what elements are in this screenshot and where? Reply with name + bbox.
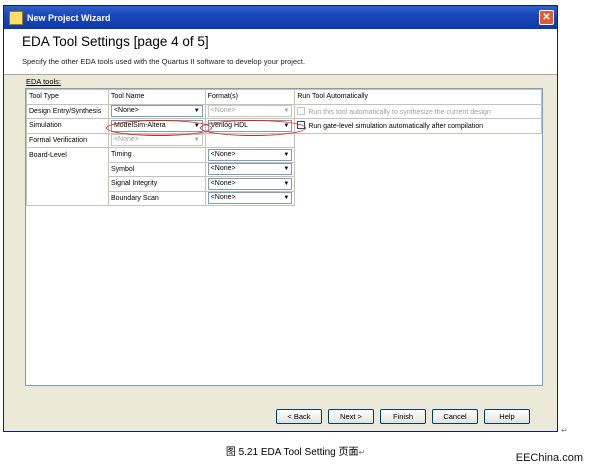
format-cell: <None> ▼ <box>204 190 296 206</box>
format-cell: <None> ▼ <box>204 176 296 192</box>
tool-type-cell <box>26 191 109 206</box>
column-header-tool-type: Tool Type <box>26 89 109 105</box>
synthesis-tool-select[interactable]: <None> ▼ <box>110 105 203 118</box>
tool-type-cell: Design Entry/Synthesis <box>26 103 109 119</box>
window-title: New Project Wizard <box>27 12 111 23</box>
chevron-down-icon[interactable]: ▼ <box>281 150 291 160</box>
wizard-button-row: < Back Next > Finish Cancel Help <box>276 409 530 424</box>
app-icon <box>9 10 23 25</box>
select-value: <None> <box>210 179 236 187</box>
checkbox-label: Run this tool automatically to synthesiz… <box>308 108 491 116</box>
tool-type-cell: Simulation <box>26 118 109 134</box>
tool-type-cell: Board-Level <box>26 147 109 162</box>
synthesis-run-checkbox <box>297 106 306 115</box>
signal-integrity-format-select[interactable]: <None> ▼ <box>207 177 293 190</box>
format-cell: <None> ▼ <box>204 147 296 163</box>
figure-caption: 图 5.21 EDA Tool Setting 页面↵ <box>0 443 591 458</box>
eda-tools-table: Tool Type Tool Name Format(s) Run Tool A… <box>25 88 543 386</box>
select-value: <None> <box>210 107 236 115</box>
highlight-ellipse-tool-name <box>106 120 212 136</box>
table-row: Symbol <None> ▼ <box>26 161 542 177</box>
select-value: <None> <box>113 107 139 115</box>
chevron-down-icon: ▼ <box>193 137 200 144</box>
run-auto-cell <box>295 191 542 206</box>
sub-type-cell: Symbol <box>107 161 206 177</box>
caption-text: 图 5.21 EDA Tool Setting 页面 <box>225 447 359 458</box>
chevron-down-icon[interactable]: ▼ <box>281 193 291 203</box>
select-value: <None> <box>210 165 236 173</box>
chevron-down-icon[interactable]: ▼ <box>281 164 291 174</box>
symbol-format-select[interactable]: <None> ▼ <box>207 163 293 176</box>
close-button[interactable]: ✕ <box>539 10 554 25</box>
column-header-run-auto: Run Tool Automatically <box>294 89 542 105</box>
synthesis-format-select: <None> ▼ <box>207 105 293 118</box>
chevron-down-icon[interactable]: ▼ <box>281 179 291 189</box>
eda-tools-label: EDA tools: <box>26 77 62 86</box>
tool-type-cell <box>26 176 109 191</box>
select-value: <None> <box>113 136 139 144</box>
chevron-down-icon: ▼ <box>283 108 290 115</box>
wizard-dialog: New Project Wizard ✕ EDA Tool Settings [… <box>3 5 558 432</box>
column-header-formats: Format(s) <box>204 89 296 105</box>
run-auto-cell <box>295 133 542 148</box>
table-row: Board-Level Timing <None> ▼ <box>26 147 542 163</box>
back-button[interactable]: < Back <box>276 409 322 424</box>
table-row: Signal Integrity <None> ▼ <box>26 176 542 192</box>
next-button[interactable]: Next > <box>328 409 374 424</box>
formal-verification-tool-select: <None> ▼ <box>110 134 203 147</box>
page-subtitle: Specify the other EDA tools used with th… <box>22 57 306 66</box>
return-mark-icon: ↵ <box>561 426 568 435</box>
finish-button[interactable]: Finish <box>380 409 426 424</box>
tool-type-cell: Formal Verification <box>26 132 109 148</box>
table-row: Design Entry/Synthesis <None> ▼ <None> ▼… <box>26 103 542 119</box>
watermark: EEChina.com <box>515 452 583 464</box>
sub-type-cell: Boundary Scan <box>107 190 206 206</box>
format-cell: <None> ▼ <box>204 103 296 119</box>
table-header-row: Tool Type Tool Name Format(s) Run Tool A… <box>26 89 542 105</box>
table-row: Formal Verification <None> ▼ <box>26 132 542 148</box>
highlight-ellipse-format <box>200 120 306 136</box>
tool-type-cell <box>26 162 109 177</box>
cancel-button[interactable]: Cancel <box>432 409 478 424</box>
boundary-scan-format-select[interactable]: <None> ▼ <box>207 192 293 205</box>
select-value: <None> <box>210 194 236 202</box>
run-auto-cell <box>295 148 542 163</box>
timing-format-select[interactable]: <None> ▼ <box>207 148 293 161</box>
chevron-down-icon[interactable]: ▼ <box>192 106 202 116</box>
page-header: EDA Tool Settings [page 4 of 5] Specify … <box>4 29 557 75</box>
checkbox-label: Run gate-level simulation automatically … <box>308 123 484 131</box>
return-mark-icon: ↵ <box>358 448 366 457</box>
run-auto-cell: Run gate-level simulation automatically … <box>294 118 542 134</box>
run-auto-cell <box>295 177 542 192</box>
run-auto-cell <box>295 162 542 177</box>
run-auto-cell: Run this tool automatically to synthesiz… <box>294 103 542 119</box>
page-title: EDA Tool Settings [page 4 of 5] <box>22 34 209 49</box>
format-cell: <None> ▼ <box>204 161 296 177</box>
help-button[interactable]: Help <box>484 409 530 424</box>
select-value: <None> <box>210 150 236 158</box>
table-row: Boundary Scan <None> ▼ <box>26 190 542 206</box>
column-header-tool-name: Tool Name <box>107 89 206 105</box>
tool-name-cell: <None> ▼ <box>107 103 206 119</box>
title-bar[interactable]: New Project Wizard ✕ <box>4 6 557 29</box>
sub-type-cell: Timing <box>107 147 206 163</box>
sub-type-cell: Signal Integrity <box>107 176 206 192</box>
